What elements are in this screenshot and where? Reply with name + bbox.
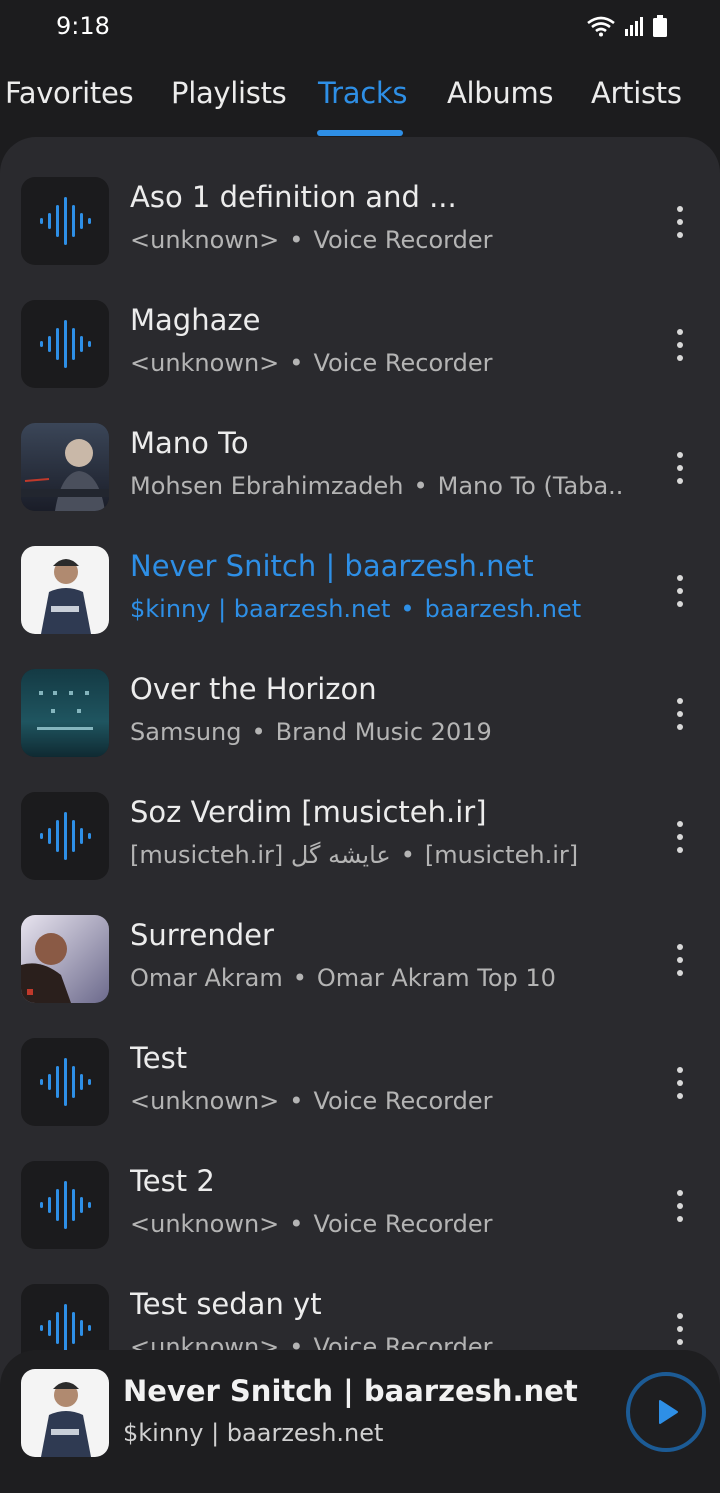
- separator: •: [400, 841, 415, 869]
- tab-playlists[interactable]: Playlists: [171, 76, 287, 110]
- track-row[interactable]: Over the Horizon Samsung • Brand Music 201…: [0, 658, 720, 781]
- track-artist: [musicteh.ir] عایشه گل: [130, 841, 391, 869]
- track-album: Omar Akram Top 10: [316, 964, 556, 992]
- track-row[interactable]: Soz Verdim [musicteh.ir] [musicteh.ir] ع…: [0, 781, 720, 904]
- track-row[interactable]: Surrender Omar Akram • Omar Akram Top 10: [0, 904, 720, 1027]
- track-artist: Omar Akram: [130, 964, 283, 992]
- track-artist: <unknown>: [130, 226, 280, 254]
- tab-artists[interactable]: Artists: [591, 76, 682, 110]
- track-artist: Mohsen Ebrahimzadeh: [130, 472, 404, 500]
- track-title: Test sedan yt: [130, 1287, 322, 1321]
- track-row[interactable]: Test 2 <unknown> • Voice Recorder: [0, 1150, 720, 1273]
- track-row[interactable]: Test <unknown> • Voice Recorder: [0, 1027, 720, 1150]
- more-options-icon[interactable]: [668, 202, 692, 242]
- track-subtitle: <unknown> • Voice Recorder: [130, 349, 493, 377]
- tab-favorites[interactable]: Favorites: [5, 76, 134, 110]
- status-icons: [586, 14, 668, 38]
- more-options-icon[interactable]: [668, 325, 692, 365]
- track-subtitle: <unknown> • Voice Recorder: [130, 226, 493, 254]
- track-album: Voice Recorder: [313, 349, 493, 377]
- track-subtitle: <unknown> • Voice Recorder: [130, 1087, 493, 1115]
- more-options-icon[interactable]: [668, 817, 692, 857]
- album-cover: [21, 915, 109, 1003]
- track-album: Voice Recorder: [313, 1210, 493, 1238]
- track-artist: $kinny | baarzesh.net: [130, 595, 391, 623]
- album-cover: [21, 546, 109, 634]
- track-subtitle: Mohsen Ebrahimzadeh • Mano To (Taba...: [130, 472, 625, 500]
- waveform-icon: [21, 177, 109, 265]
- separator: •: [289, 1210, 304, 1238]
- track-title: Test: [130, 1041, 188, 1075]
- mini-player[interactable]: Never Snitch | baarzesh.net $kinny | baa…: [0, 1350, 720, 1493]
- separator: •: [289, 349, 304, 377]
- more-options-icon[interactable]: [668, 940, 692, 980]
- track-subtitle: [musicteh.ir] عایشه گل • [musicteh.ir]: [130, 841, 578, 869]
- signal-icon: [625, 17, 643, 36]
- battery-icon: [653, 15, 667, 37]
- track-title: Soz Verdim [musicteh.ir]: [130, 795, 487, 829]
- separator: •: [413, 472, 428, 500]
- separator: •: [251, 718, 266, 746]
- track-row[interactable]: Mano To Mohsen Ebrahimzadeh • Mano To (Tab…: [0, 412, 720, 535]
- track-title: Surrender: [130, 918, 274, 952]
- waveform-icon: [21, 1161, 109, 1249]
- track-artist: <unknown>: [130, 1087, 280, 1115]
- more-options-icon[interactable]: [668, 571, 692, 611]
- waveform-icon: [21, 1038, 109, 1126]
- track-artist: <unknown>: [130, 349, 280, 377]
- track-album: Voice Recorder: [313, 226, 493, 254]
- track-album: Brand Music 2019: [275, 718, 492, 746]
- track-row[interactable]: Maghaze <unknown> • Voice Recorder: [0, 289, 720, 412]
- tab-albums[interactable]: Albums: [447, 76, 554, 110]
- wifi-icon: [587, 16, 615, 37]
- now-playing-title: Never Snitch | baarzesh.net: [123, 1374, 578, 1408]
- track-album: [musicteh.ir]: [424, 841, 579, 869]
- status-bar: 9:18: [0, 0, 720, 52]
- active-tab-indicator: [317, 130, 403, 136]
- track-title: Test 2: [130, 1164, 215, 1198]
- more-options-icon[interactable]: [668, 1309, 692, 1349]
- album-cover: [21, 1369, 109, 1457]
- library-tabs: Favorites Playlists Tracks Albums Artist…: [0, 60, 720, 138]
- track-list-panel: Aso 1 definition and ... <unknown> • Voice…: [0, 137, 720, 1493]
- track-album: Voice Recorder: [313, 1087, 493, 1115]
- track-artist: <unknown>: [130, 1210, 280, 1238]
- track-title: Never Snitch | baarzesh.net: [130, 549, 534, 583]
- separator: •: [289, 226, 304, 254]
- more-options-icon[interactable]: [668, 448, 692, 488]
- track-row[interactable]: Aso 1 definition and ... <unknown> • Voice…: [0, 166, 720, 289]
- more-options-icon[interactable]: [668, 1186, 692, 1226]
- separator: •: [292, 964, 307, 992]
- now-playing-artist: $kinny | baarzesh.net: [123, 1419, 384, 1447]
- track-title: Over the Horizon: [130, 672, 377, 706]
- track-subtitle: Omar Akram • Omar Akram Top 10: [130, 964, 556, 992]
- status-time: 9:18: [56, 12, 110, 40]
- track-artist: Samsung: [130, 718, 242, 746]
- waveform-icon: [21, 792, 109, 880]
- album-cover: [21, 423, 109, 511]
- track-row[interactable]: Never Snitch | baarzesh.net $kinny | baa…: [0, 535, 720, 658]
- album-cover: [21, 669, 109, 757]
- play-icon: [659, 1400, 678, 1424]
- tab-tracks[interactable]: Tracks: [318, 76, 408, 110]
- separator: •: [289, 1087, 304, 1115]
- track-subtitle: Samsung • Brand Music 2019: [130, 718, 492, 746]
- track-album: baarzesh.net: [424, 595, 582, 623]
- more-options-icon[interactable]: [668, 694, 692, 734]
- track-album: Mano To (Taba...: [437, 472, 625, 500]
- track-subtitle: $kinny | baarzesh.net • baarzesh.net: [130, 595, 581, 623]
- track-title: Maghaze: [130, 303, 261, 337]
- waveform-icon: [21, 300, 109, 388]
- play-button[interactable]: [626, 1372, 706, 1452]
- track-title: Mano To: [130, 426, 249, 460]
- track-subtitle: <unknown> • Voice Recorder: [130, 1210, 493, 1238]
- separator: •: [400, 595, 415, 623]
- more-options-icon[interactable]: [668, 1063, 692, 1103]
- track-title: Aso 1 definition and ...: [130, 180, 457, 214]
